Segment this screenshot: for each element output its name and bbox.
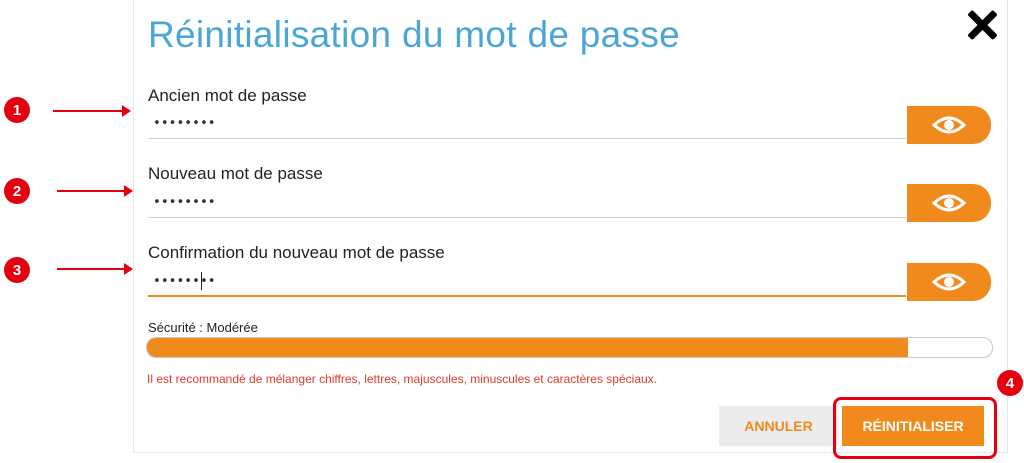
eye-icon [932, 194, 966, 212]
password-hint: Il est recommandé de mélanger chiffres, … [147, 372, 657, 386]
confirm-password-input[interactable] [148, 267, 906, 297]
new-password-label: Nouveau mot de passe [148, 164, 323, 183]
old-password-label: Ancien mot de passe [148, 86, 307, 105]
password-strength-fill [147, 338, 908, 357]
show-old-password-button[interactable] [907, 106, 991, 144]
cancel-button[interactable]: ANNULER [719, 406, 838, 446]
dialog-title: Réinitialisation du mot de passe [148, 14, 681, 55]
annotation-highlight-box [833, 397, 997, 459]
old-password-input[interactable] [148, 109, 906, 139]
annotation-arrow-3 [57, 263, 133, 275]
eye-icon [932, 273, 966, 291]
close-icon[interactable] [966, 8, 998, 40]
annotation-marker-2: 2 [4, 178, 30, 204]
annotation-marker-1: 1 [4, 97, 30, 123]
confirm-password-label: Confirmation du nouveau mot de passe [148, 243, 445, 262]
password-strength-bar [146, 337, 993, 358]
annotation-marker-4: 4 [997, 370, 1023, 396]
show-confirm-password-button[interactable] [907, 263, 991, 301]
security-level-label: Sécurité : Modérée [148, 320, 258, 335]
annotation-marker-3: 3 [4, 257, 30, 283]
text-cursor [201, 272, 202, 290]
show-new-password-button[interactable] [907, 184, 991, 222]
eye-icon [932, 116, 966, 134]
annotation-arrow-2 [57, 185, 133, 197]
new-password-input[interactable] [148, 188, 906, 218]
annotation-arrow-1 [53, 105, 131, 117]
